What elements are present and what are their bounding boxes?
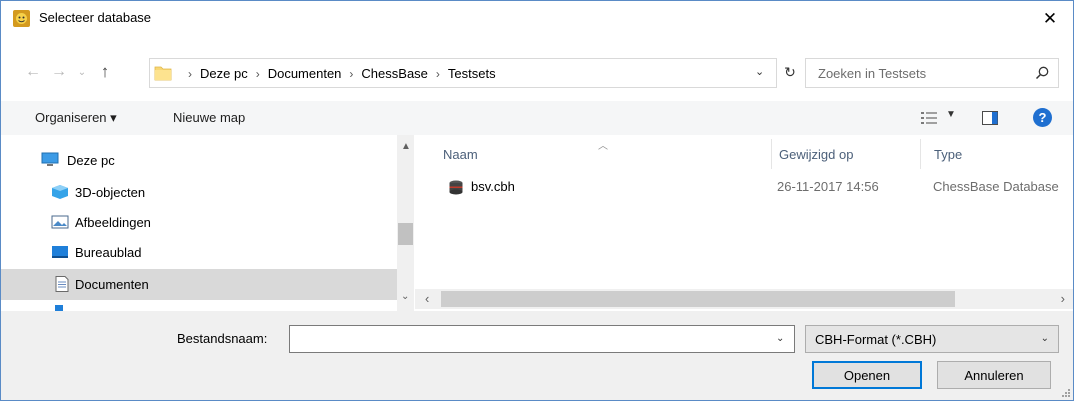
- open-button[interactable]: Openen: [812, 361, 922, 389]
- breadcrumb-item-chessbase[interactable]: ChessBase: [361, 66, 427, 81]
- breadcrumb-separator[interactable]: ›: [436, 67, 440, 81]
- scroll-right-icon[interactable]: ›: [1061, 291, 1065, 306]
- scrollbar-thumb[interactable]: [398, 223, 413, 245]
- close-icon: ✕: [1042, 9, 1058, 28]
- file-name: bsv.cbh: [471, 179, 515, 194]
- filename-field[interactable]: [289, 325, 795, 353]
- close-button[interactable]: ✕: [1027, 1, 1073, 37]
- filename-dropdown-icon[interactable]: ⌄: [776, 333, 784, 344]
- column-divider[interactable]: [920, 139, 921, 169]
- back-button[interactable]: ←: [21, 60, 45, 84]
- preview-pane-icon[interactable]: [982, 111, 998, 125]
- sidebar-item-label: Deze pc: [67, 153, 115, 168]
- sidebar-item-3d-objecten[interactable]: 3D-objecten: [1, 177, 397, 207]
- view-dropdown-icon[interactable]: ▼: [946, 109, 956, 120]
- breadcrumb-item-testsets[interactable]: Testsets: [448, 66, 496, 81]
- sidebar-item-deze-pc[interactable]: Deze pc: [1, 145, 397, 175]
- sidebar-item-label: Afbeeldingen: [75, 215, 151, 230]
- address-bar[interactable]: › Deze pc › Documenten › ChessBase › Tes…: [149, 58, 777, 88]
- address-dropdown-icon[interactable]: ⌄: [755, 65, 764, 78]
- search-input[interactable]: Zoeken in Testsets: [818, 66, 926, 81]
- scroll-down-icon[interactable]: ⌄: [401, 291, 409, 302]
- forward-button[interactable]: →: [47, 60, 71, 84]
- column-header-modified[interactable]: Gewijzigd op: [779, 147, 853, 162]
- breadcrumb-item-deze-pc[interactable]: Deze pc: [200, 66, 248, 81]
- sidebar-item-afbeeldingen[interactable]: Afbeeldingen: [1, 207, 397, 237]
- pc-icon: [41, 152, 59, 166]
- column-divider[interactable]: [771, 139, 772, 169]
- file-row[interactable]: bsv.cbh 26-11-2017 14:56 ChessBase Datab…: [415, 175, 1073, 199]
- file-type-selected: CBH-Format (*.CBH): [815, 332, 937, 347]
- scroll-up-icon[interactable]: ▲: [401, 141, 411, 152]
- file-list: ︿ Naam Gewijzigd op Type bsv.cbh 26-11-2…: [415, 135, 1073, 311]
- title-bar: Selecteer database ✕: [1, 1, 1073, 37]
- view-options-icon[interactable]: [921, 111, 937, 125]
- sort-ascending-icon: ︿: [598, 141, 608, 152]
- sidebar-item-label: Documenten: [75, 277, 149, 292]
- navigation-pane: Deze pc 3D-objecten Afbeeldingen Bureaub…: [1, 135, 415, 311]
- file-type: ChessBase Database: [933, 179, 1059, 194]
- new-folder-button[interactable]: Nieuwe map: [173, 110, 245, 125]
- file-modified: 26-11-2017 14:56: [777, 179, 879, 194]
- breadcrumb: › Deze pc › Documenten › ChessBase › Tes…: [180, 66, 496, 81]
- chessbase-app-icon: [13, 10, 30, 27]
- sidebar-item-documenten[interactable]: Documenten: [1, 269, 397, 300]
- sidebar-item-label: Bureaublad: [75, 245, 142, 260]
- breadcrumb-separator: ›: [188, 66, 192, 81]
- database-icon: [449, 180, 463, 195]
- chevron-down-icon: ⌄: [77, 66, 87, 78]
- organize-button[interactable]: Organiseren ▾: [35, 110, 117, 126]
- column-header-type[interactable]: Type: [934, 147, 962, 162]
- sidebar-item-bureaublad[interactable]: Bureaublad: [1, 237, 397, 267]
- desktop-icon: [52, 246, 68, 258]
- help-icon[interactable]: ?: [1033, 108, 1052, 127]
- file-type-select[interactable]: CBH-Format (*.CBH) ⌄: [805, 325, 1059, 353]
- search-icon[interactable]: [1034, 65, 1050, 81]
- refresh-icon: ↻: [784, 63, 796, 80]
- documents-icon: [55, 276, 69, 292]
- up-button[interactable]: ↑: [94, 60, 116, 84]
- scroll-left-icon[interactable]: ‹: [425, 291, 429, 306]
- resize-grip-icon[interactable]: [1061, 388, 1071, 398]
- pictures-icon: [51, 215, 69, 229]
- cancel-button[interactable]: Annuleren: [937, 361, 1051, 389]
- file-dialog: Selecteer database ✕ ← → ⌄ ↑ › Deze pc ›: [0, 0, 1074, 401]
- arrow-left-icon: ←: [25, 63, 41, 80]
- arrow-right-icon: →: [51, 63, 67, 80]
- breadcrumb-separator[interactable]: ›: [349, 67, 353, 81]
- recent-locations-button[interactable]: ⌄: [73, 60, 91, 84]
- dialog-title: Selecteer database: [39, 10, 152, 25]
- breadcrumb-separator[interactable]: ›: [256, 67, 260, 81]
- 3d-objects-icon: [52, 185, 68, 199]
- arrow-up-icon: ↑: [100, 62, 110, 81]
- navigation-scrollbar[interactable]: ▲ ⌄: [397, 135, 414, 311]
- command-bar: Organiseren ▾ Nieuwe map ▼ ?: [1, 101, 1073, 135]
- sidebar-item-label: 3D-objecten: [75, 185, 146, 200]
- chevron-down-icon: ⌄: [1040, 333, 1049, 344]
- scrollbar-thumb[interactable]: [441, 291, 955, 307]
- search-box[interactable]: Zoeken in Testsets: [805, 58, 1059, 88]
- folder-icon: [154, 66, 172, 81]
- refresh-button[interactable]: ↻: [781, 62, 799, 82]
- breadcrumb-item-documenten[interactable]: Documenten: [268, 66, 342, 81]
- column-header-name[interactable]: Naam: [443, 147, 478, 162]
- filename-label: Bestandsnaam:: [177, 331, 268, 346]
- dialog-footer: Bestandsnaam: ⌄ CBH-Format (*.CBH) ⌄ Ope…: [1, 311, 1073, 400]
- file-list-scrollbar[interactable]: ‹ ›: [415, 289, 1073, 309]
